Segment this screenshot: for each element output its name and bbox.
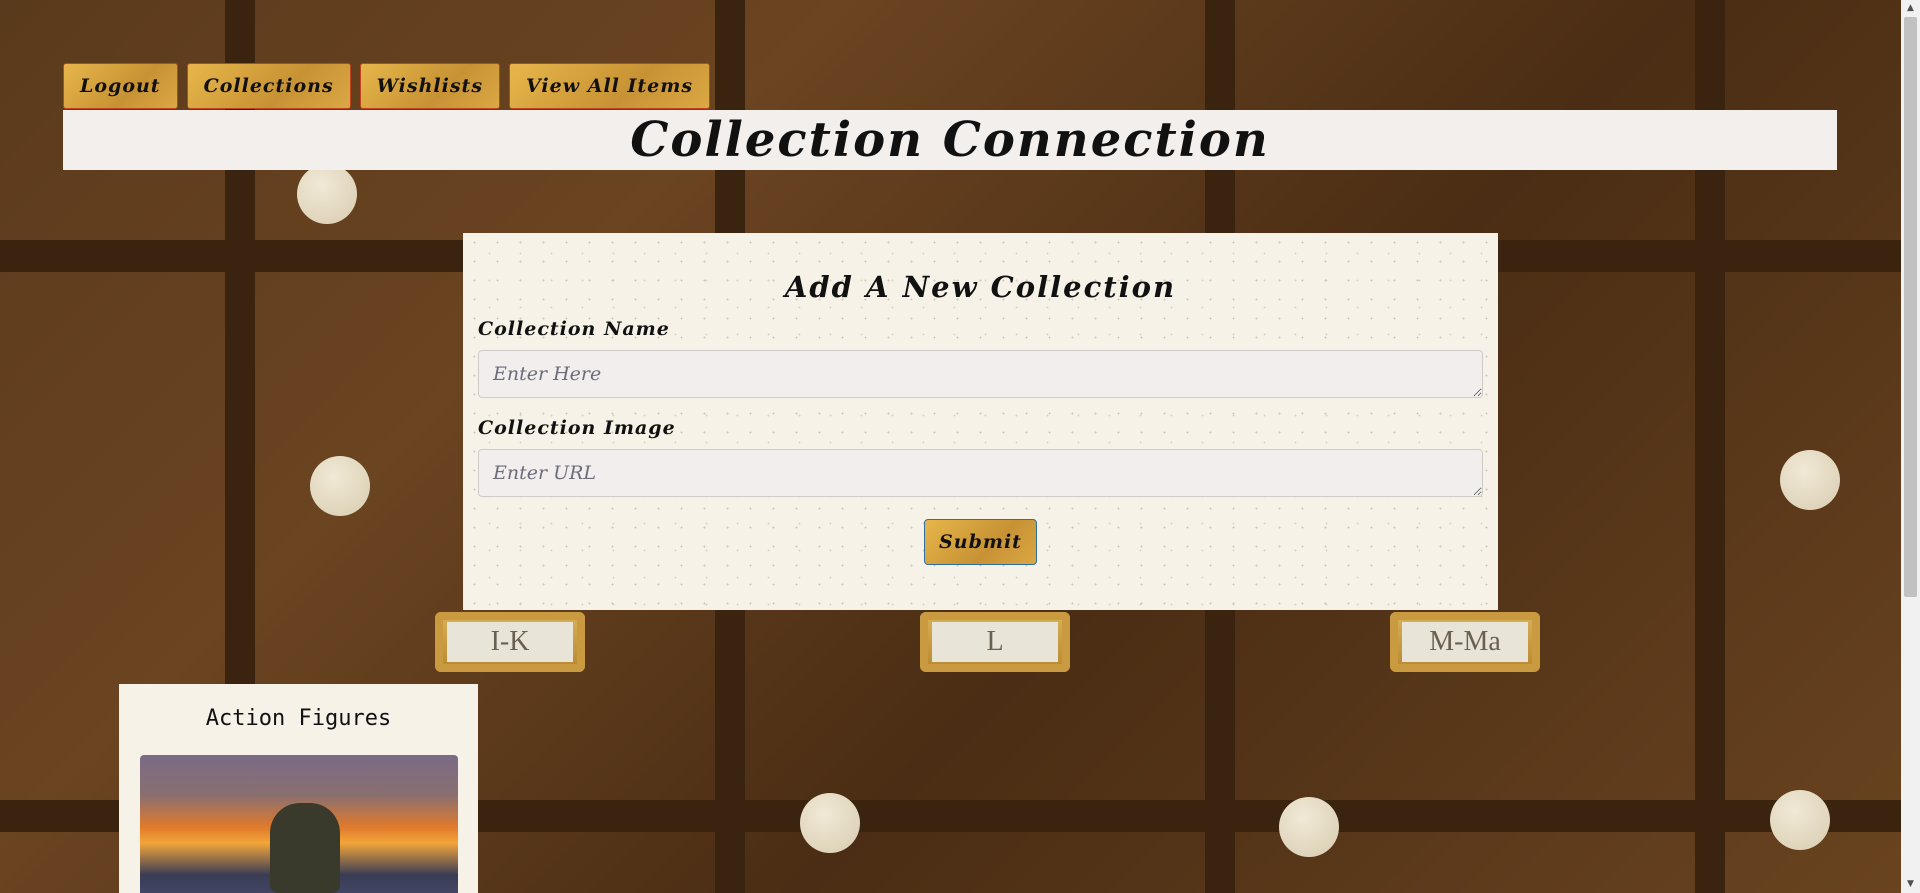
collection-image-input[interactable] [478,449,1483,497]
main-nav: Logout Collections Wishlists View All It… [63,63,711,109]
background-drawer-label: M-Ma [1390,612,1540,672]
collection-card[interactable]: Action Figures [119,684,478,893]
collection-card-title: Action Figures [205,706,392,731]
background-knob [1279,797,1339,857]
background-knob [310,456,370,516]
background-knob [1770,790,1830,850]
background-drawer-label: L [920,612,1070,672]
site-header: Collection Connection [63,110,1837,170]
vertical-scrollbar[interactable]: ▲ ▼ [1901,0,1920,893]
collections-button[interactable]: Collections [186,63,351,109]
collection-name-label: Collection Name [478,318,670,340]
submit-wrapper: Submit [478,519,1483,565]
collection-name-input[interactable] [478,350,1483,398]
scroll-up-arrow-icon[interactable]: ▲ [1901,0,1920,17]
view-all-items-button[interactable]: View All Items [509,63,711,109]
background-knob [1780,450,1840,510]
collection-image-label: Collection Image [478,417,676,439]
background-knob [800,793,860,853]
drawer-label: I-K [447,622,573,662]
submit-button[interactable]: Submit [924,519,1037,565]
background-drawer-label: I-K [435,612,585,672]
scroll-down-arrow-icon[interactable]: ▼ [1901,876,1920,893]
form-heading: Add A New Collection [784,270,1177,304]
site-title: Collection Connection [630,112,1270,168]
wishlists-button[interactable]: Wishlists [359,63,501,109]
add-collection-form: Add A New Collection Collection Name Col… [463,233,1498,610]
drawer-label: L [932,622,1058,662]
logout-button[interactable]: Logout [63,63,178,109]
action-figure-silhouette [270,803,340,893]
collection-card-image[interactable] [140,755,458,893]
drawer-label: M-Ma [1402,622,1528,662]
scrollbar-thumb[interactable] [1904,17,1917,597]
background-knob [297,164,357,224]
